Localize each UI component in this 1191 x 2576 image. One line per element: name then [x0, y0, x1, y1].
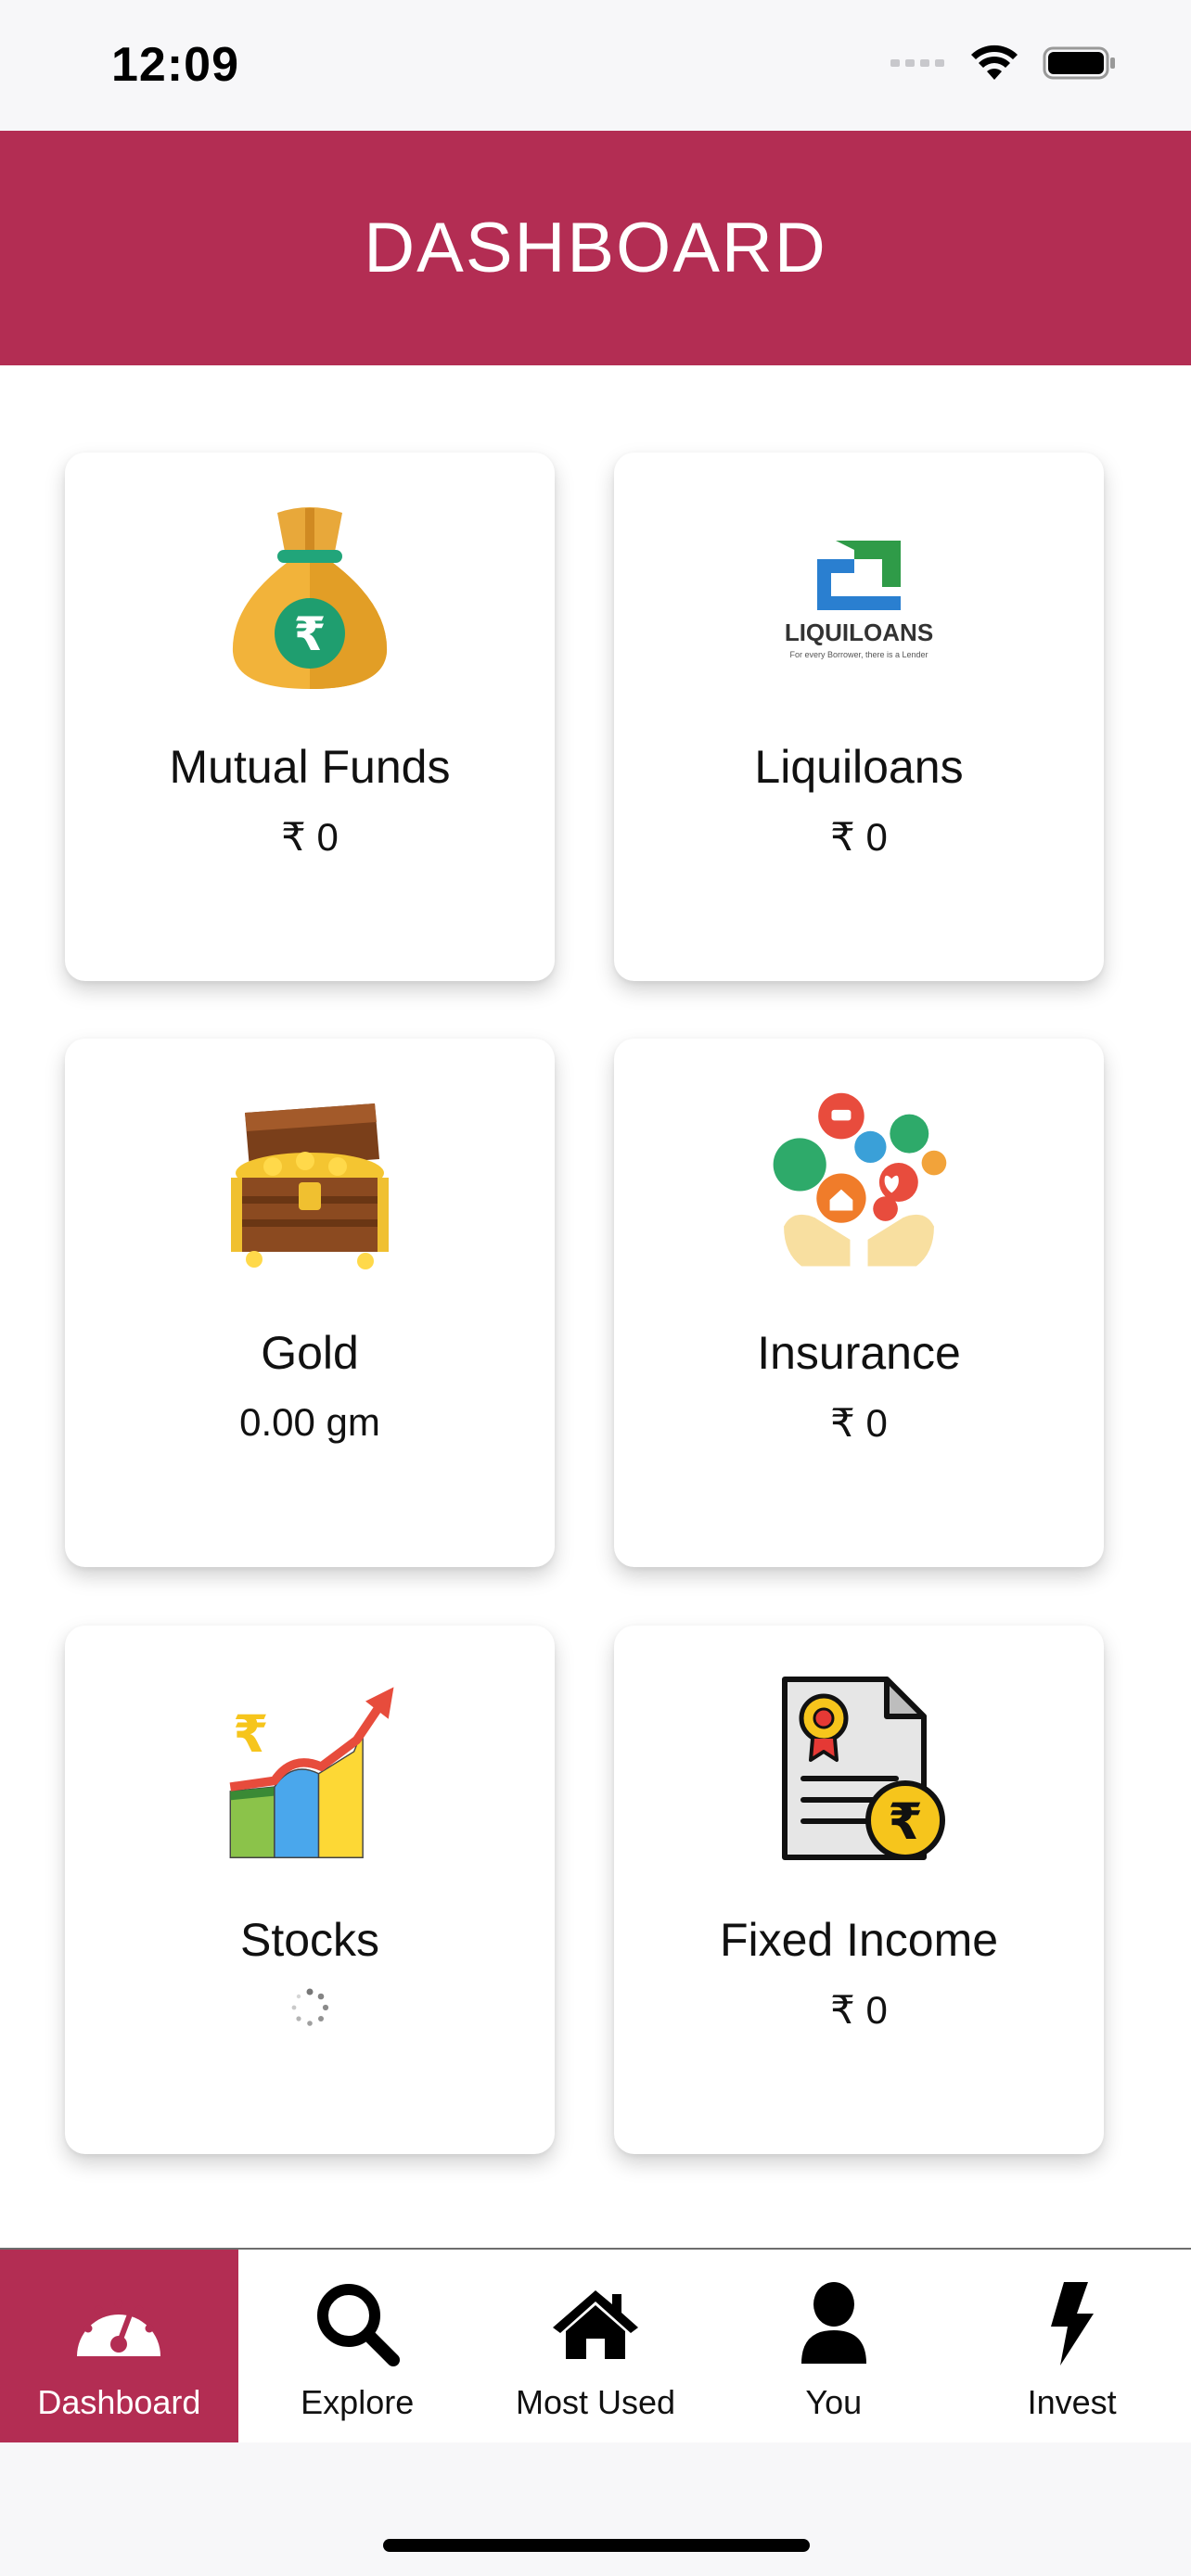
- card-stocks[interactable]: ₹ Stocks: [65, 1626, 555, 2154]
- card-value: ₹ 0: [830, 1988, 888, 2032]
- home-indicator-area: [0, 2442, 1191, 2576]
- loading-spinner: [289, 1987, 330, 2037]
- page-title: DASHBOARD: [364, 209, 827, 287]
- svg-text:LIQUILOANS: LIQUILOANS: [785, 618, 933, 646]
- certificate-rupee-icon: ₹: [766, 1677, 952, 1862]
- card-value: 0.00 gm: [239, 1400, 380, 1444]
- liquiloans-logo: LIQUILOANS For every Borrower, there is …: [766, 504, 952, 689]
- tab-invest[interactable]: Invest: [953, 2250, 1191, 2442]
- tab-label: Most Used: [515, 2383, 676, 2421]
- bottom-tab-bar: Dashboard Explore Most Used You Invest: [0, 2248, 1191, 2442]
- insurance-icon: [766, 1090, 952, 1275]
- card-insurance[interactable]: Insurance ₹ 0: [614, 1039, 1104, 1567]
- card-title: Stocks: [239, 1914, 380, 1966]
- treasure-chest-icon: [217, 1090, 403, 1275]
- tab-label: Invest: [1027, 2383, 1117, 2421]
- battery-icon: [1043, 45, 1117, 86]
- card-title: Liquiloans: [754, 741, 964, 793]
- user-icon: [788, 2277, 880, 2370]
- card-value: ₹ 0: [830, 815, 888, 859]
- home-icon: [549, 2277, 642, 2370]
- card-mutual-funds[interactable]: ₹ Mutual Funds ₹ 0: [65, 453, 555, 981]
- card-title: Fixed Income: [719, 1914, 999, 1966]
- svg-text:₹: ₹: [233, 1705, 268, 1765]
- tab-label: Explore: [301, 2383, 415, 2421]
- stocks-chart-icon: ₹: [217, 1677, 403, 1862]
- search-icon: [311, 2277, 403, 2370]
- card-value: ₹ 0: [281, 815, 339, 859]
- app-header: DASHBOARD: [0, 131, 1191, 365]
- card-title: Gold: [261, 1327, 359, 1379]
- status-time: 12:09: [111, 38, 239, 92]
- status-bar: 12:09: [0, 0, 1191, 131]
- svg-text:₹: ₹: [294, 607, 327, 661]
- tab-explore[interactable]: Explore: [238, 2250, 477, 2442]
- card-gold[interactable]: Gold 0.00 gm: [65, 1039, 555, 1567]
- status-icons: [890, 45, 1117, 86]
- money-bag-icon: ₹: [217, 504, 403, 689]
- svg-text:For every Borrower, there is a: For every Borrower, there is a Lender: [789, 650, 928, 659]
- dashboard-grid: ₹ Mutual Funds ₹ 0 LIQUILOANS For every …: [0, 365, 1191, 2248]
- tab-most-used[interactable]: Most Used: [477, 2250, 715, 2442]
- tab-label: Dashboard: [37, 2383, 201, 2421]
- card-value: ₹ 0: [830, 1401, 888, 1445]
- card-title: Mutual Funds: [169, 741, 451, 793]
- card-title: Insurance: [757, 1327, 961, 1379]
- home-indicator[interactable]: [383, 2539, 810, 2552]
- svg-text:₹: ₹: [888, 1792, 923, 1851]
- tab-you[interactable]: You: [714, 2250, 953, 2442]
- card-liquiloans[interactable]: LIQUILOANS For every Borrower, there is …: [614, 453, 1104, 981]
- card-fixed-income[interactable]: ₹ Fixed Income ₹ 0: [614, 1626, 1104, 2154]
- bolt-icon: [1026, 2277, 1119, 2370]
- tab-dashboard[interactable]: Dashboard: [0, 2250, 238, 2442]
- signal-icon: [890, 57, 946, 74]
- tab-label: You: [805, 2383, 863, 2421]
- speedometer-icon: [72, 2277, 165, 2370]
- wifi-icon: [970, 45, 1018, 86]
